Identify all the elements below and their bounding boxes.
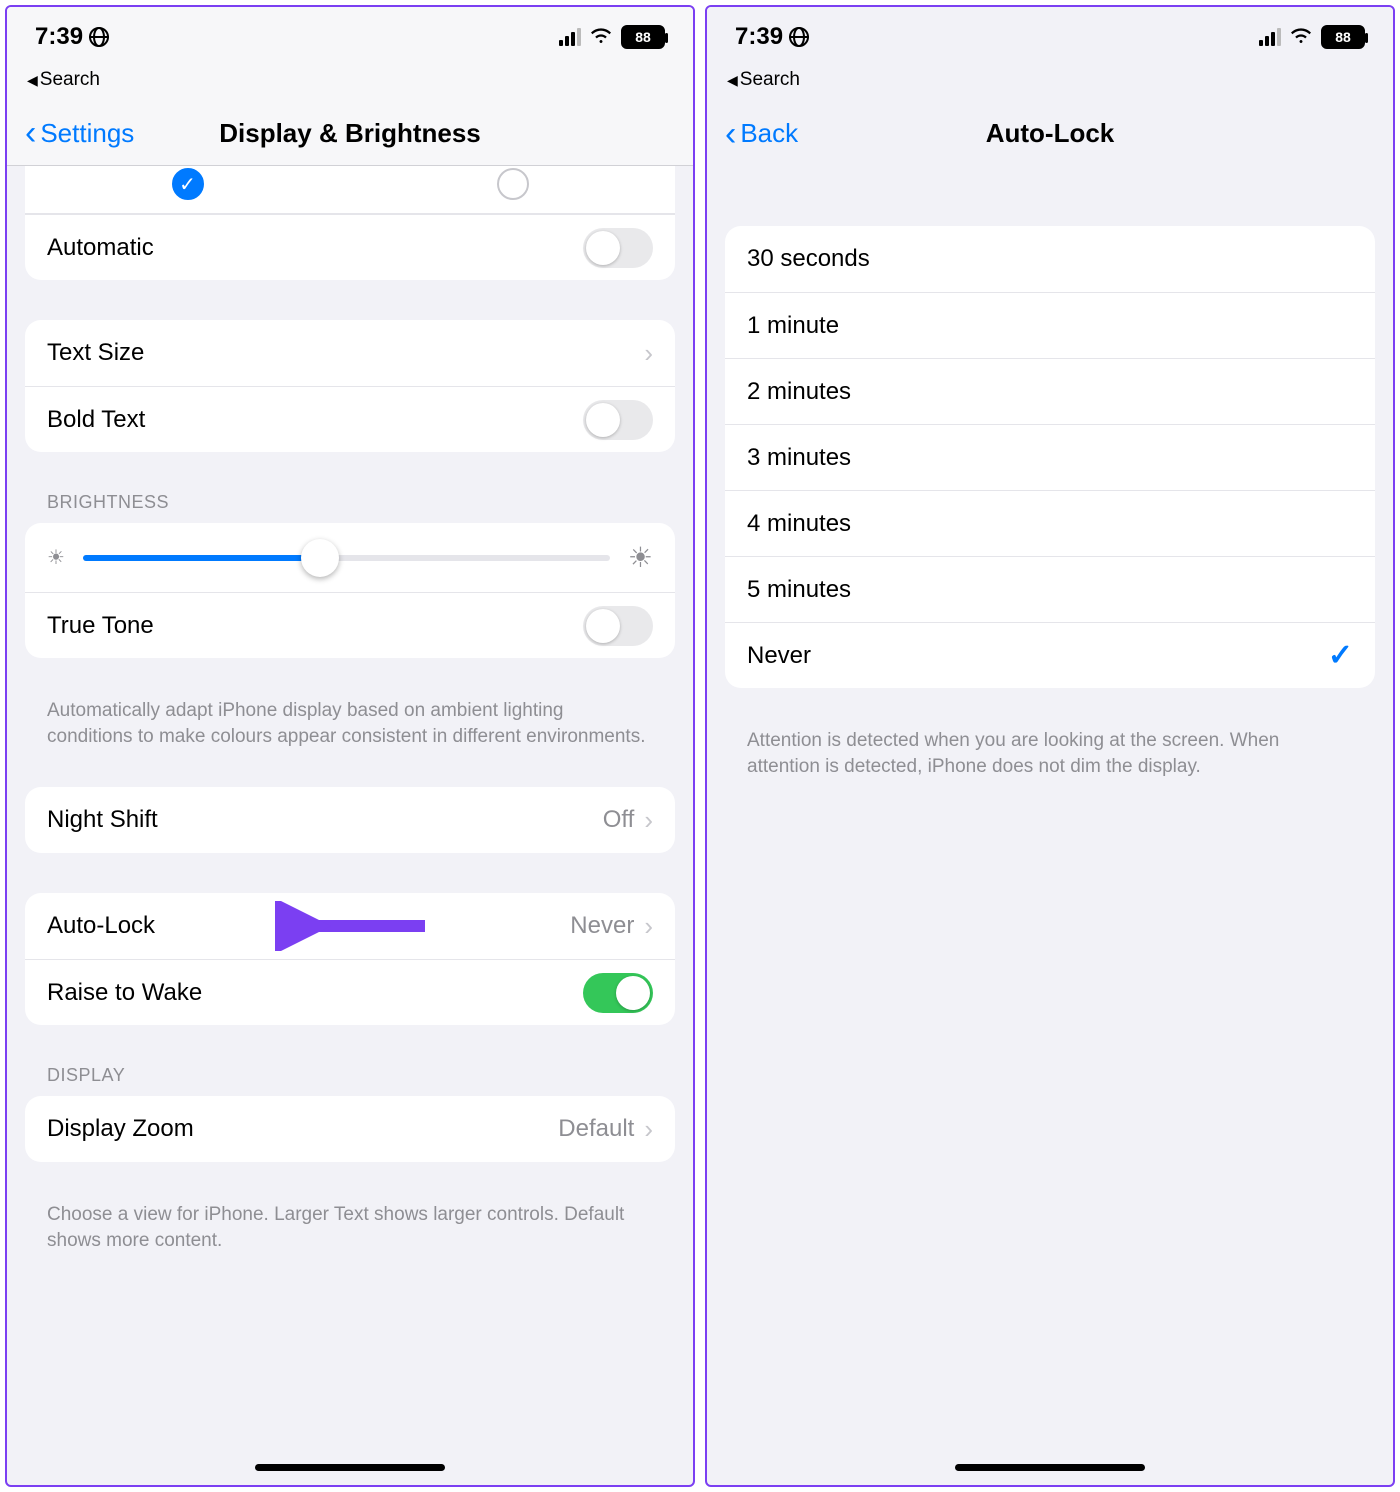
display-header: DISPLAY <box>47 1065 653 1086</box>
wifi-icon <box>1289 24 1313 50</box>
display-zoom-group: Display Zoom Default › <box>25 1096 675 1162</box>
option-label: Never <box>747 642 1328 670</box>
chevron-right-icon: › <box>644 1114 653 1145</box>
wifi-icon <box>589 24 613 50</box>
text-size-row[interactable]: Text Size › <box>25 320 675 386</box>
location-icon <box>89 27 109 47</box>
brightness-slider[interactable] <box>83 555 610 561</box>
appearance-picker[interactable]: ✓ <box>25 166 675 214</box>
status-bar: 7:39 88 <box>707 7 1393 67</box>
battery-icon: 88 <box>1321 25 1365 49</box>
status-time: 7:39 <box>735 23 783 51</box>
page-title: Auto-Lock <box>986 118 1115 149</box>
sun-small-icon: ☀︎ <box>47 545 65 570</box>
autolock-option[interactable]: 5 minutes <box>725 556 1375 622</box>
screenshot-display-brightness: 7:39 88 ◀ Search ‹ Settings Display & Br… <box>5 5 695 1487</box>
brightness-slider-row[interactable]: ☀︎ ☀︎ <box>25 523 675 592</box>
option-label: 3 minutes <box>747 444 1353 472</box>
automatic-toggle[interactable] <box>583 228 653 268</box>
option-label: 30 seconds <box>747 245 1353 273</box>
brightness-header: BRIGHTNESS <box>47 492 653 513</box>
text-group: Text Size › Bold Text <box>25 320 675 452</box>
bold-text-toggle[interactable] <box>583 400 653 440</box>
breadcrumb-search[interactable]: ◀ Search <box>7 67 693 101</box>
display-zoom-footer: Choose a view for iPhone. Larger Text sh… <box>47 1202 653 1253</box>
raise-to-wake-toggle[interactable] <box>583 973 653 1013</box>
true-tone-footer: Automatically adapt iPhone display based… <box>47 698 653 749</box>
appearance-group: ✓ Automatic <box>25 166 675 280</box>
nav-header: ‹ Back Auto-Lock <box>707 101 1393 166</box>
automatic-row[interactable]: Automatic <box>25 214 675 280</box>
home-indicator[interactable] <box>255 1464 445 1471</box>
brightness-group: ☀︎ ☀︎ True Tone <box>25 523 675 658</box>
screenshot-auto-lock: 7:39 88 ◀ Search ‹ Back Auto-Lock 30 sec… <box>705 5 1395 1487</box>
night-shift-row[interactable]: Night Shift Off › <box>25 787 675 853</box>
settings-content: ✓ Automatic Text Size › Bold Text BRIGHT… <box>7 166 693 1485</box>
chevron-right-icon: › <box>644 338 653 369</box>
back-button[interactable]: ‹ Back <box>725 118 798 149</box>
true-tone-toggle[interactable] <box>583 606 653 646</box>
cellular-icon <box>559 28 581 46</box>
chevron-right-icon: › <box>644 805 653 836</box>
home-indicator[interactable] <box>955 1464 1145 1471</box>
auto-lock-row[interactable]: Auto-Lock Never › <box>25 893 675 959</box>
checkmark-icon: ✓ <box>1328 638 1353 673</box>
cellular-icon <box>1259 28 1281 46</box>
autolock-option[interactable]: 3 minutes <box>725 424 1375 490</box>
autolock-option[interactable]: 4 minutes <box>725 490 1375 556</box>
back-button[interactable]: ‹ Settings <box>25 118 134 149</box>
sun-large-icon: ☀︎ <box>628 541 653 574</box>
status-bar: 7:39 88 <box>7 7 693 67</box>
battery-icon: 88 <box>621 25 665 49</box>
option-label: 4 minutes <box>747 510 1353 538</box>
breadcrumb-search[interactable]: ◀ Search <box>707 67 1393 101</box>
nav-header: ‹ Settings Display & Brightness <box>7 101 693 166</box>
option-label: 5 minutes <box>747 576 1353 604</box>
bold-text-row[interactable]: Bold Text <box>25 386 675 452</box>
back-triangle-icon: ◀ <box>27 72 38 89</box>
night-shift-group: Night Shift Off › <box>25 787 675 853</box>
appearance-light-radio[interactable]: ✓ <box>172 168 204 200</box>
true-tone-row[interactable]: True Tone <box>25 592 675 658</box>
autolock-option[interactable]: 2 minutes <box>725 358 1375 424</box>
status-time: 7:39 <box>35 23 83 51</box>
option-label: 2 minutes <box>747 378 1353 406</box>
autolock-option[interactable]: 30 seconds <box>725 226 1375 292</box>
display-zoom-row[interactable]: Display Zoom Default › <box>25 1096 675 1162</box>
location-icon <box>789 27 809 47</box>
lock-group: Auto-Lock Never › Raise to Wake <box>25 893 675 1025</box>
autolock-option[interactable]: 1 minute <box>725 292 1375 358</box>
appearance-dark-radio[interactable] <box>497 168 529 200</box>
autolock-option[interactable]: Never✓ <box>725 622 1375 688</box>
autolock-footer: Attention is detected when you are looki… <box>747 728 1353 779</box>
autolock-options-group: 30 seconds 1 minute 2 minutes 3 minutes 4 mi… <box>725 226 1375 688</box>
back-triangle-icon: ◀ <box>727 72 738 89</box>
option-label: 1 minute <box>747 312 1353 340</box>
raise-to-wake-row[interactable]: Raise to Wake <box>25 959 675 1025</box>
autolock-content: 30 seconds 1 minute 2 minutes 3 minutes 4 mi… <box>707 166 1393 1485</box>
chevron-right-icon: › <box>644 911 653 942</box>
page-title: Display & Brightness <box>219 118 481 149</box>
